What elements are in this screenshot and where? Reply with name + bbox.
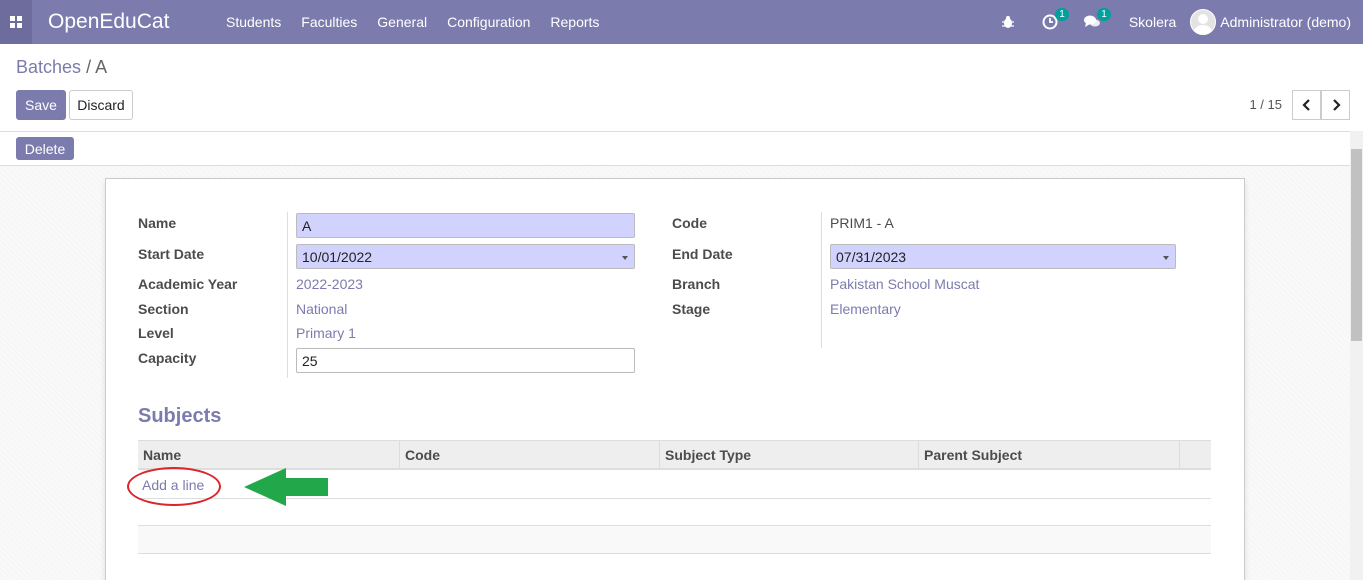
annotation-highlight-oval [127,467,221,506]
pager-previous-button[interactable] [1292,90,1321,120]
branch-label: Branch [672,276,721,292]
avatar [1190,9,1217,35]
breadcrumb-batches-link[interactable]: Batches [16,57,81,77]
column-header-parent-subject[interactable]: Parent Subject [919,441,1180,469]
activity-badge: 1 [1055,8,1069,21]
name-label: Name [138,215,177,231]
stage-link[interactable]: Elementary [830,301,901,317]
company-switcher[interactable]: Skolera [1129,14,1176,30]
activity-clock-icon[interactable]: 1 [1041,8,1069,31]
messages-chat-icon[interactable]: 1 [1083,8,1111,31]
discard-button[interactable]: Discard [69,90,133,120]
end-date-input[interactable]: 07/31/2023 [830,244,1176,269]
messages-badge: 1 [1097,8,1111,21]
top-navbar: OpenEduCat Students Faculties General Co… [0,0,1363,44]
annotation-arrow-icon [244,468,328,506]
academic-year-link[interactable]: 2022-2023 [296,276,363,292]
pager-value[interactable]: 1 / 15 [1249,97,1282,112]
menu-item-students[interactable]: Students [216,0,291,44]
chevron-left-icon [1301,99,1310,111]
column-header-name[interactable]: Name [138,441,400,469]
capacity-input[interactable]: 25 [296,348,635,373]
group-separator [287,212,288,378]
user-menu[interactable]: Administrator (demo) [1190,9,1351,35]
menu-item-faculties[interactable]: Faculties [291,0,367,44]
column-header-code[interactable]: Code [400,441,660,469]
main-menu: Students Faculties General Configuration… [216,0,609,44]
pager-next-button[interactable] [1321,90,1350,120]
end-date-value: 07/31/2023 [836,248,907,265]
caret-down-icon [1163,256,1169,260]
breadcrumb-current: A [95,57,108,77]
grid-icon [10,16,22,28]
table-row-divider [138,553,1211,554]
group-separator [821,212,822,348]
apps-menu-button[interactable] [0,0,32,44]
start-date-input[interactable]: 10/01/2022 [296,244,635,269]
subjects-section-title: Subjects [138,405,222,427]
debug-bug-icon[interactable] [999,13,1017,31]
breadcrumb-separator: / [86,57,92,77]
brand-title[interactable]: OpenEduCat [48,10,216,34]
start-date-label: Start Date [138,246,205,262]
chevron-right-icon [1332,99,1341,111]
branch-link[interactable]: Pakistan School Muscat [830,276,979,292]
level-link[interactable]: Primary 1 [296,325,356,341]
divider [0,131,1363,132]
name-input[interactable]: A [296,213,635,238]
form-sheet [105,178,1245,580]
capacity-label: Capacity [138,350,197,366]
navbar-right: 1 1 Skolera Administrator (demo) [987,0,1351,44]
scrollbar-thumb[interactable] [1351,149,1362,341]
column-header-subject-type[interactable]: Subject Type [660,441,919,469]
subjects-table-header: Name Code Subject Type Parent Subject [138,440,1211,470]
start-date-value: 10/01/2022 [302,248,373,265]
breadcrumb: Batches / A [16,57,107,78]
section-link[interactable]: National [296,301,347,317]
menu-item-reports[interactable]: Reports [540,0,609,44]
delete-button[interactable]: Delete [16,137,74,160]
code-label: Code [672,215,707,231]
save-button[interactable]: Save [16,90,66,120]
level-label: Level [138,325,174,341]
caret-down-icon [622,256,628,260]
stage-label: Stage [672,301,711,317]
section-label: Section [138,301,189,317]
table-row [138,526,1211,553]
end-date-label: End Date [672,246,733,262]
menu-item-configuration[interactable]: Configuration [437,0,540,44]
code-value: PRIM1 - A [830,215,894,231]
user-name: Administrator (demo) [1220,14,1351,30]
menu-item-general[interactable]: General [367,0,437,44]
academic-year-label: Academic Year [138,276,238,292]
